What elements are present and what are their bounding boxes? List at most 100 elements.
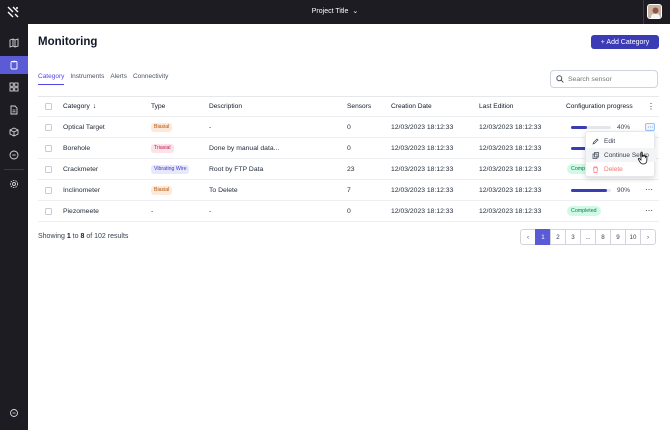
tab-connectivity[interactable]: Connectivity [133, 73, 168, 85]
table-row[interactable]: Crackmeter Vibrating Wire Root by FTP Da… [38, 159, 659, 180]
select-all-checkbox[interactable] [45, 97, 52, 116]
row-sensors: 0 [347, 144, 351, 152]
progress-bar [571, 188, 611, 192]
results-suffix: results [107, 233, 129, 240]
sidebar-item-monitoring[interactable] [0, 56, 28, 74]
table-row[interactable]: Inclinometer Biaxial To Delete 7 12/03/2… [38, 180, 659, 201]
pagination-page-9[interactable]: 9 [610, 229, 626, 245]
checkbox[interactable] [45, 103, 52, 110]
sidebar-item-dashboard[interactable] [0, 78, 28, 96]
row-category: Crackmeter [63, 165, 99, 173]
checkbox[interactable] [45, 165, 52, 173]
pagination-page-3[interactable]: 3 [565, 229, 581, 245]
row-actions-more-icon[interactable]: ⋯ [645, 185, 653, 194]
progress-fill [571, 188, 607, 192]
column-header-type: Type [151, 103, 166, 110]
category-table: Category ↓ Type Description Sensors Creat… [38, 96, 659, 222]
top-divider [643, 0, 644, 24]
sidebar-item-chat[interactable] [0, 404, 28, 422]
column-header-description: Description [209, 103, 242, 110]
progress-percent: 40% [617, 123, 631, 131]
tab-instruments[interactable]: Instruments [70, 73, 104, 85]
menu-item-delete-label: Delete [604, 165, 623, 173]
column-header-config-progress: Configuration progress [566, 103, 633, 110]
row-description: Root by FTP Data [209, 165, 264, 173]
sidebar-item-packages[interactable] [0, 123, 28, 141]
row-creation-date: 12/03/2023 18:12:33 [391, 123, 454, 131]
progress-bar [571, 125, 611, 129]
column-header-creation-date: Creation Date [391, 103, 432, 110]
checkbox[interactable] [45, 207, 52, 215]
row-description: Done by manual data... [209, 144, 280, 152]
grid-icon [9, 82, 19, 92]
progress-fill [571, 125, 587, 129]
type-badge: Biaxial [151, 185, 173, 195]
row-description: - [209, 207, 212, 215]
pagination-next-button[interactable]: › [640, 229, 656, 245]
row-creation-date: 12/03/2023 18:12:33 [391, 144, 454, 152]
cube-icon [9, 127, 19, 137]
row-checkbox[interactable] [45, 159, 52, 179]
row-description: - [209, 123, 212, 131]
sidebar-item-map[interactable] [0, 34, 28, 52]
table-row[interactable]: Optical Target Biaxial - 0 12/03/2023 18… [38, 117, 659, 138]
tab-category[interactable]: Category [38, 73, 65, 85]
row-checkbox[interactable] [45, 138, 52, 158]
sidebar-item-documents[interactable] [0, 101, 28, 119]
row-last-edition: 12/03/2023 18:12:33 [479, 186, 542, 194]
table-header-row: Category ↓ Type Description Sensors Creat… [38, 97, 659, 117]
pagination: ‹ 1 2 3 ... 8 9 10 › [520, 229, 656, 245]
column-header-sensors: Sensors [347, 103, 372, 110]
row-description: To Delete [209, 186, 238, 194]
progress-percent: 90% [617, 186, 631, 194]
row-category: Inclinometer [63, 186, 101, 194]
checkbox[interactable] [45, 123, 52, 131]
table-row[interactable]: Piezomeete - - 0 12/03/2023 18:12:33 12/… [38, 201, 659, 222]
tab-alerts[interactable]: Alerts [110, 73, 127, 85]
column-options-icon[interactable]: ⋮ [647, 97, 655, 116]
project-title-dropdown[interactable]: Project Title ⌄ [0, 0, 670, 24]
sort-down-arrow-icon[interactable]: ↓ [93, 103, 97, 110]
pagination-prev-button[interactable]: ‹ [520, 229, 536, 245]
pagination-page-2[interactable]: 2 [550, 229, 566, 245]
column-header-category-label: Category [63, 103, 90, 110]
map-icon [9, 38, 19, 48]
results-total: 102 [94, 233, 106, 240]
user-avatar[interactable] [647, 4, 662, 19]
menu-item-edit[interactable]: Edit [586, 134, 656, 148]
checkbox[interactable] [45, 186, 52, 194]
copy-icon [592, 151, 599, 159]
row-last-edition: 12/03/2023 18:12:33 [479, 123, 542, 131]
table-row[interactable]: Borehole Triaxial Done by manual data...… [38, 138, 659, 159]
avatar-icon [648, 5, 661, 18]
search-icon [556, 75, 564, 83]
menu-item-edit-label: Edit [604, 137, 616, 145]
row-category: Piezomeete [63, 207, 99, 215]
add-category-button[interactable]: + Add Category [591, 35, 659, 49]
search-input[interactable] [568, 75, 654, 83]
checkbox[interactable] [45, 144, 52, 152]
row-checkbox[interactable] [45, 201, 52, 221]
type-badge: Triaxial [151, 143, 174, 153]
sidebar-item-settings[interactable] [0, 175, 28, 193]
row-actions-more-icon[interactable]: ⋯ [645, 123, 655, 131]
pagination-page-10[interactable]: 10 [625, 229, 641, 245]
row-checkbox[interactable] [45, 180, 52, 200]
page-title: Monitoring [38, 36, 98, 48]
search-box[interactable] [550, 70, 658, 88]
results-from: 1 [66, 233, 71, 240]
column-header-category[interactable]: Category ↓ [63, 97, 96, 116]
row-type: Triaxial [151, 138, 174, 158]
top-bar: Project Title ⌄ [0, 0, 670, 24]
alert-circle-icon [9, 150, 19, 160]
row-type: Biaxial [151, 117, 173, 137]
results-prefix: Showing [38, 233, 65, 240]
sidebar [0, 24, 28, 430]
pagination-page-1[interactable]: 1 [535, 229, 551, 245]
results-of-word: of [86, 233, 93, 240]
pagination-page-8[interactable]: 8 [595, 229, 611, 245]
row-actions-more-icon[interactable]: ⋯ [645, 206, 653, 215]
row-checkbox[interactable] [45, 117, 52, 137]
type-badge: Biaxial [151, 122, 173, 132]
sidebar-item-alerts[interactable] [0, 146, 28, 164]
